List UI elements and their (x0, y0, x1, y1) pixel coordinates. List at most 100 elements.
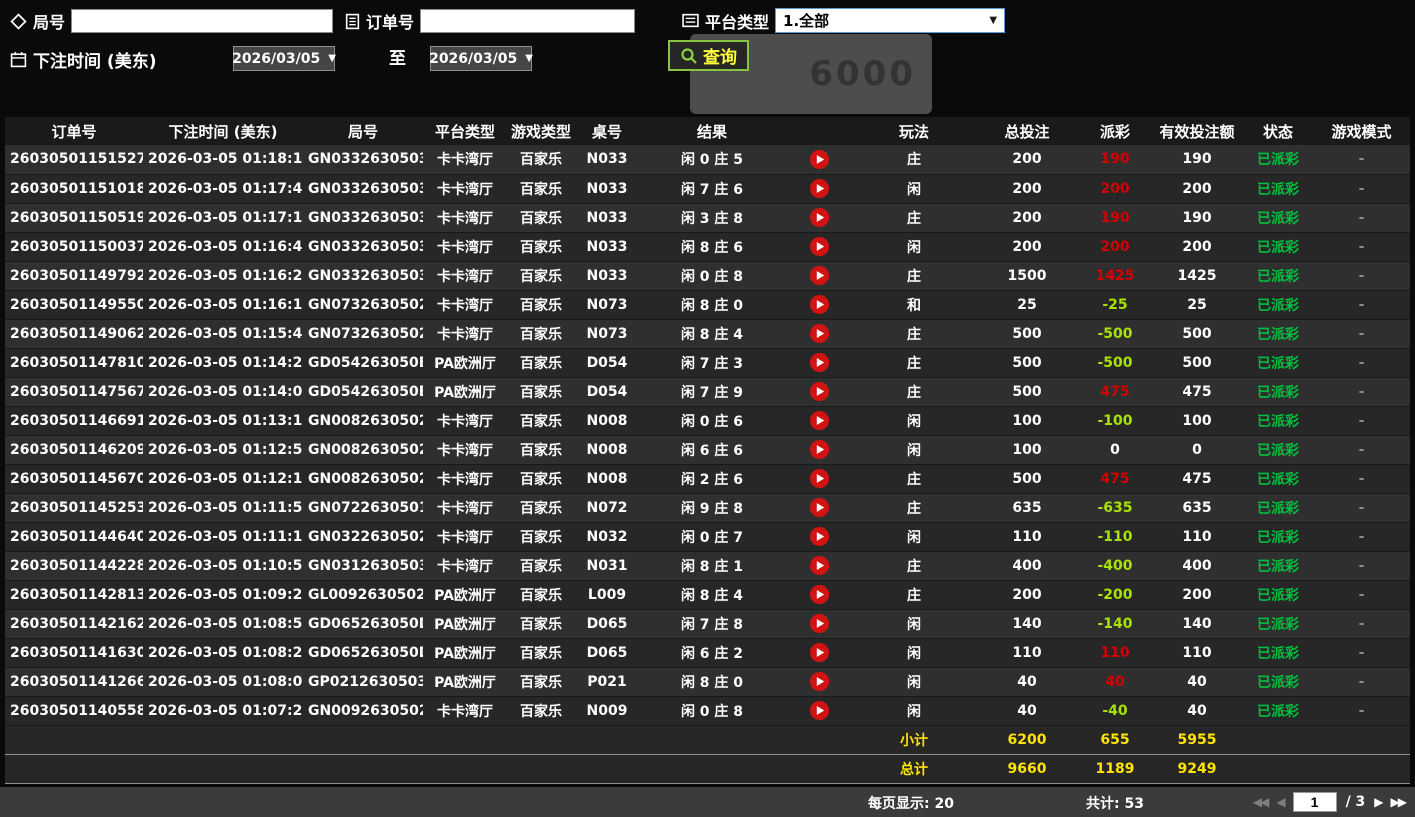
replay-play-icon[interactable] (809, 555, 830, 576)
per-page-label: 每页显示: (868, 796, 930, 812)
cell-order-id: 260305011500379 (10, 238, 143, 255)
total-count-display: 共计: 53 (1086, 793, 1144, 813)
cell-status: 已派彩 (1257, 703, 1299, 720)
cell-game-mode: - (1358, 151, 1365, 168)
last-page-icon[interactable]: ▶▶ (1391, 791, 1408, 813)
bet-records-page: { "filters": { "round_label": "局号", "rou… (0, 0, 1415, 817)
replay-play-icon[interactable] (809, 323, 830, 344)
replay-play-icon[interactable] (809, 700, 830, 721)
cell-replay (785, 493, 853, 522)
replay-play-icon[interactable] (809, 410, 830, 431)
cell-bet-option: 闲 (907, 703, 921, 720)
replay-play-icon[interactable] (809, 613, 830, 634)
table-row: 260305011497924 2026-03-05 01:16:28 GN03… (5, 261, 1410, 290)
cell-valid-bet: 635 (1182, 499, 1212, 516)
cell-order-id: 260305011412666 (10, 673, 143, 690)
cell-payout: 475 (1100, 383, 1130, 400)
cell-payout: -200 (1097, 586, 1133, 603)
replay-play-icon[interactable] (809, 671, 830, 692)
cell-valid-bet: 100 (1182, 412, 1212, 429)
page-total-label: / 3 (1345, 794, 1366, 810)
cell-table-no: P021 (587, 673, 627, 690)
cell-total-bet: 200 (1012, 209, 1042, 226)
order-input[interactable] (420, 9, 636, 33)
cell-total-bet: 635 (1012, 499, 1042, 516)
page-input[interactable] (1292, 792, 1337, 812)
replay-play-icon[interactable] (809, 265, 830, 286)
cell-platform: PA欧洲厅 (434, 616, 496, 633)
order-filter: 订单号 (345, 9, 636, 33)
cell-bet-option: 庄 (907, 355, 921, 372)
replay-play-icon[interactable] (809, 642, 830, 663)
col-result: 结果 (639, 117, 785, 145)
table-row: 260305011462095 2026-03-05 01:12:51 GN00… (5, 435, 1410, 464)
replay-play-icon[interactable] (809, 236, 830, 257)
replay-play-icon[interactable] (809, 526, 830, 547)
first-page-icon[interactable]: ◀◀ (1253, 791, 1270, 813)
replay-play-icon[interactable] (809, 381, 830, 402)
replay-play-icon[interactable] (809, 207, 830, 228)
cell-payout: 200 (1100, 180, 1130, 197)
cell-payout: -400 (1097, 557, 1133, 574)
cell-round-id: GN0732630502A (308, 325, 423, 342)
cell-round-id: GN0322630502A (308, 528, 423, 545)
cell-table-no: N008 (586, 412, 628, 429)
grand-total-spacer (5, 754, 853, 783)
prev-page-icon[interactable]: ◀ (1276, 791, 1285, 813)
replay-play-icon[interactable] (809, 352, 830, 373)
cell-game-type: 百家乐 (520, 471, 562, 488)
cell-game-type: 百家乐 (520, 181, 562, 198)
cell-payout: -500 (1097, 354, 1133, 371)
cell-replay (785, 174, 853, 203)
table-row: 260305011412666 2026-03-05 01:08:04 GP02… (5, 667, 1410, 696)
cell-order-id: 260305011452532 (10, 499, 143, 516)
replay-play-icon[interactable] (809, 584, 830, 605)
round-input[interactable] (71, 9, 334, 33)
cell-status: 已派彩 (1257, 268, 1299, 285)
table-row: 260305011505199 2026-03-05 01:17:10 GN03… (5, 203, 1410, 232)
next-page-icon[interactable]: ▶ (1374, 791, 1383, 813)
cell-replay (785, 464, 853, 493)
query-button[interactable]: 查询 (668, 40, 749, 71)
date-from-dropdown[interactable]: 2026/03/05 ▼ (232, 46, 336, 71)
replay-play-icon[interactable] (809, 178, 830, 199)
date-to-dropdown[interactable]: 2026/03/05 ▼ (429, 46, 533, 71)
cell-status: 已派彩 (1257, 239, 1299, 256)
replay-play-icon[interactable] (809, 468, 830, 489)
cell-game-type: 百家乐 (520, 674, 562, 691)
cell-round-id: GN0732630502B (308, 296, 423, 313)
cell-bet-time: 2026-03-05 01:13:17 (148, 412, 303, 429)
subtotal-valid-bet: 5955 (1177, 731, 1217, 748)
cell-platform: 卡卡湾厅 (437, 442, 493, 459)
cell-payout: -100 (1097, 412, 1133, 429)
replay-play-icon[interactable] (809, 294, 830, 315)
cell-result: 闲 0 庄 5 (680, 152, 744, 169)
col-round-id: 局号 (303, 117, 423, 145)
cell-order-id: 260305011456700 (10, 470, 143, 487)
cell-game-mode: - (1358, 644, 1365, 661)
cell-bet-time: 2026-03-05 01:17:41 (148, 180, 303, 197)
cell-platform: 卡卡湾厅 (437, 297, 493, 314)
cell-round-id: GN0332630503Q (308, 151, 423, 168)
cell-game-type: 百家乐 (520, 558, 562, 575)
date-from-value: 2026/03/05 (232, 50, 321, 67)
subtotal-payout: 655 (1100, 731, 1130, 748)
date-from-group: 2026/03/05 ▼ (232, 46, 336, 71)
subtotal-spacer (5, 725, 853, 754)
cell-platform: 卡卡湾厅 (437, 181, 493, 198)
replay-play-icon[interactable] (809, 439, 830, 460)
chevron-down-icon: ▼ (989, 15, 998, 26)
platform-select[interactable]: 1.全部 ▼ (775, 8, 1006, 33)
cell-round-id: GP0212630503T (308, 673, 423, 690)
chevron-down-icon: ▼ (328, 53, 336, 64)
cell-table-no: N073 (586, 296, 628, 313)
replay-play-icon[interactable] (809, 149, 830, 170)
replay-play-icon[interactable] (809, 497, 830, 518)
pagination-bar: 每页显示: 20 共计: 53 ◀◀ ◀ / 3 ▶ ▶▶ (0, 787, 1415, 817)
cell-table-no: N008 (586, 470, 628, 487)
cell-order-id: 260305011462095 (10, 441, 143, 458)
cell-bet-time: 2026-03-05 01:12:18 (148, 470, 303, 487)
cell-replay (785, 609, 853, 638)
cell-bet-time: 2026-03-05 01:08:25 (148, 644, 303, 661)
cell-replay (785, 435, 853, 464)
